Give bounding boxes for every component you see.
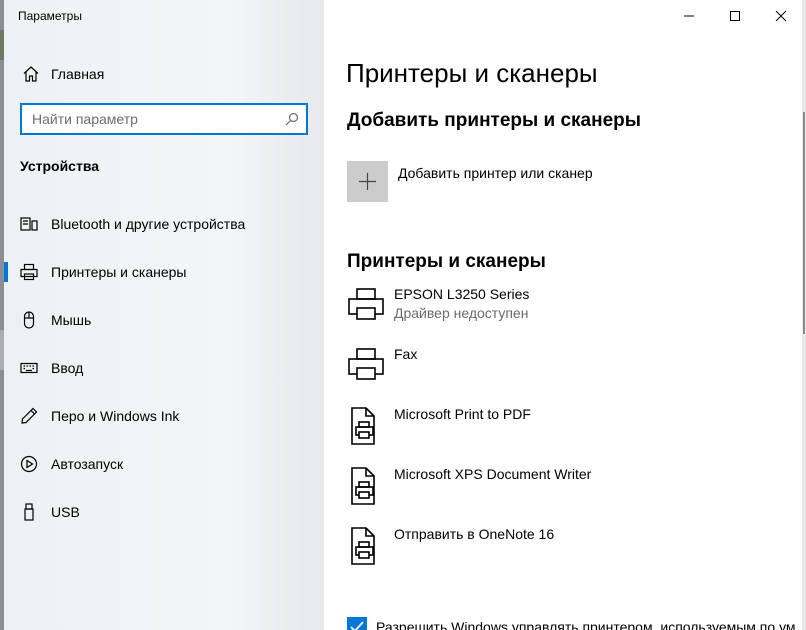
sidebar-item-autoplay[interactable]: Автозапуск <box>4 442 324 486</box>
section-heading: Устройства <box>20 158 100 174</box>
bluetooth-devices-icon <box>20 217 38 231</box>
sidebar-item-typing[interactable]: Ввод <box>4 346 324 390</box>
list-item[interactable]: EPSON L3250 Series Драйвер недоступен <box>347 286 787 338</box>
keyboard-icon <box>20 362 38 374</box>
search-box[interactable] <box>20 103 308 135</box>
printer-icon <box>20 263 38 281</box>
autoplay-icon <box>20 455 38 473</box>
home-icon <box>23 66 39 82</box>
printer-name: Microsoft Print to PDF <box>394 406 531 422</box>
default-printer-checkbox-row[interactable]: Разрешить Windows управлять принтером, и… <box>347 614 796 630</box>
plus-icon <box>359 173 376 190</box>
add-tile <box>347 161 388 202</box>
main-panel: Принтеры и сканеры Добавить принтеры и с… <box>324 0 802 630</box>
sidebar-item-label: Автозапуск <box>51 456 124 472</box>
sidebar-item-pen[interactable]: Перо и Windows Ink <box>4 394 324 438</box>
close-icon <box>775 10 787 22</box>
add-printer-button[interactable]: Добавить принтер или сканер <box>347 160 667 204</box>
nav-home[interactable]: Главная <box>4 54 324 94</box>
nav-home-label: Главная <box>51 66 105 82</box>
pen-icon <box>21 407 38 424</box>
add-section-title: Добавить принтеры и сканеры <box>347 110 641 131</box>
usb-icon <box>24 503 34 521</box>
mouse-icon <box>23 311 35 329</box>
minimize-button[interactable] <box>666 0 712 32</box>
printer-name: Fax <box>394 346 418 362</box>
default-printer-checkbox-label: Разрешить Windows управлять принтером, и… <box>376 619 796 630</box>
document-printer-icon <box>351 467 375 505</box>
default-printer-checkbox[interactable] <box>347 617 367 630</box>
sidebar-item-label: Принтеры и сканеры <box>51 264 187 280</box>
sidebar-item-label: Мышь <box>51 312 92 328</box>
list-item[interactable]: Fax <box>347 346 787 398</box>
printer-name: EPSON L3250 Series <box>394 286 530 302</box>
sidebar: Параметры Главная Устройства Bluetooth и… <box>4 0 324 630</box>
list-item[interactable]: Microsoft XPS Document Writer <box>347 466 787 518</box>
maximize-button[interactable] <box>712 0 758 32</box>
list-item[interactable]: Отправить в OneNote 16 <box>347 526 787 578</box>
search-input[interactable] <box>32 110 277 128</box>
sidebar-item-mouse[interactable]: Мышь <box>4 298 324 342</box>
checkmark-icon <box>350 621 364 630</box>
search-icon[interactable] <box>285 112 299 126</box>
printer-status: Драйвер недоступен <box>394 305 529 321</box>
close-button[interactable] <box>758 0 804 32</box>
sidebar-item-label: Bluetooth и другие устройства <box>51 216 246 232</box>
list-item[interactable]: Microsoft Print to PDF <box>347 406 787 458</box>
sidebar-item-label: Ввод <box>51 360 84 376</box>
printer-name: Microsoft XPS Document Writer <box>394 466 592 482</box>
printers-list-title: Принтеры и сканеры <box>347 251 546 272</box>
sidebar-item-bluetooth[interactable]: Bluetooth и другие устройства <box>4 202 324 246</box>
sidebar-item-printers[interactable]: Принтеры и сканеры <box>4 250 324 294</box>
sidebar-item-label: USB <box>51 504 80 520</box>
page-title: Принтеры и сканеры <box>346 58 598 88</box>
sidebar-item-label: Перо и Windows Ink <box>51 408 180 424</box>
add-printer-label: Добавить принтер или сканер <box>398 165 593 181</box>
printer-icon <box>348 348 384 380</box>
minimize-icon <box>684 15 694 17</box>
document-printer-icon <box>351 407 375 445</box>
window-title: Параметры <box>18 9 82 23</box>
printer-name: Отправить в OneNote 16 <box>394 526 555 542</box>
sidebar-item-usb[interactable]: USB <box>4 490 324 534</box>
active-indicator <box>4 262 8 282</box>
printer-icon <box>348 288 384 320</box>
document-printer-icon <box>351 527 375 565</box>
maximize-icon <box>730 11 740 21</box>
scrollbar[interactable] <box>803 112 805 334</box>
